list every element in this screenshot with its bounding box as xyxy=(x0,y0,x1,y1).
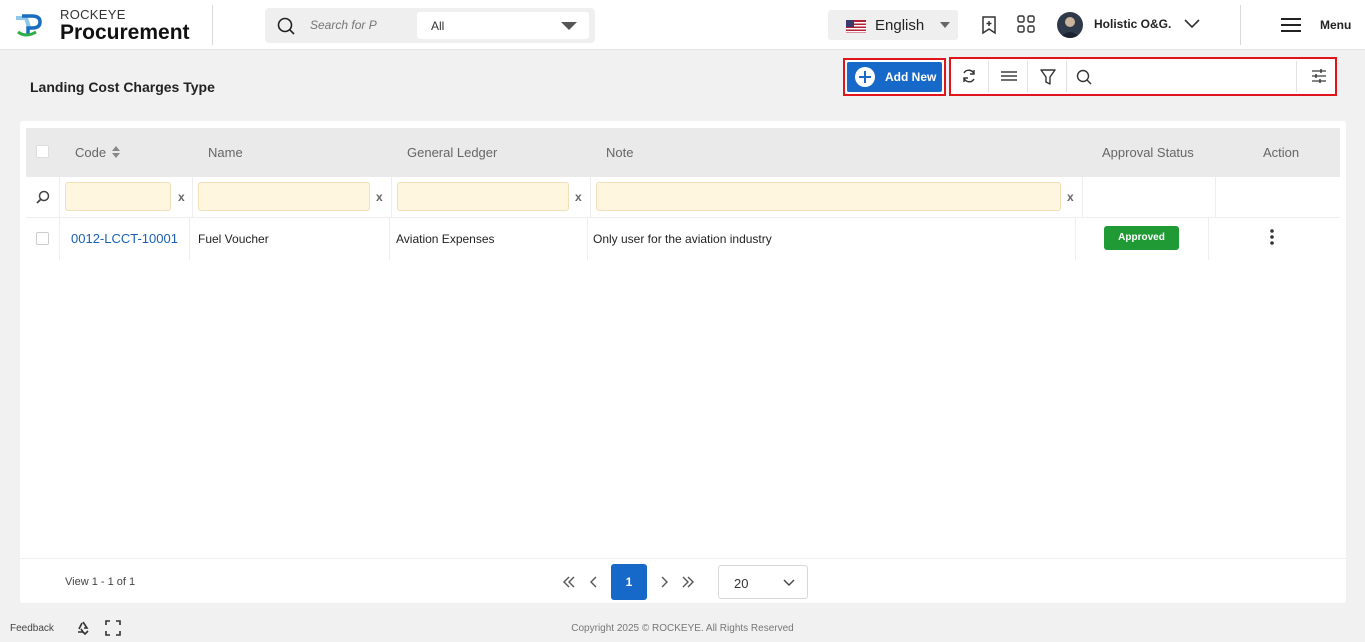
note-cell: Only user for the aviation industry xyxy=(588,218,1076,260)
rockeye-logo xyxy=(16,14,42,37)
filter-note-input[interactable] xyxy=(596,182,1061,211)
filter-cell: x xyxy=(591,177,1083,217)
name-cell: Fuel Voucher xyxy=(190,218,390,260)
code-cell: 0012-LCCT-10001 xyxy=(60,218,190,260)
search-icon xyxy=(1076,69,1092,85)
list-icon xyxy=(1001,71,1017,81)
global-search-input[interactable] xyxy=(310,14,380,36)
last-page-icon[interactable] xyxy=(681,576,695,588)
search-icon xyxy=(277,17,295,35)
caret-down-icon xyxy=(561,22,577,30)
filter-cell: x xyxy=(60,177,193,217)
select-all-checkbox[interactable] xyxy=(36,145,49,158)
filter-icon xyxy=(1040,69,1056,85)
brand-subtitle: ROCKEYE xyxy=(60,7,126,22)
page-title: Landing Cost Charges Type xyxy=(30,79,215,95)
user-avatar[interactable] xyxy=(1057,12,1083,38)
first-page-icon[interactable] xyxy=(562,576,576,588)
grid-header: Code Name General Ledger Note Approval S… xyxy=(26,128,1340,177)
filter-row: x x x x xyxy=(26,177,1340,218)
add-new-highlight: Add New xyxy=(843,58,946,96)
search-icon xyxy=(36,190,50,204)
filter-general-ledger-input[interactable] xyxy=(397,182,569,211)
brand-title: Procurement xyxy=(60,21,190,44)
chevron-down-icon xyxy=(783,579,795,586)
page-footer: Feedback Copyright 2025 © ROCKEYE. All R… xyxy=(0,614,1365,642)
hamburger-menu-icon[interactable] xyxy=(1280,17,1302,33)
status-badge: Approved xyxy=(1104,226,1179,250)
column-header-action: Action xyxy=(1263,145,1300,160)
view-range-text: View 1 - 1 of 1 xyxy=(65,576,136,588)
grid-search xyxy=(1067,61,1297,92)
clear-filter-button[interactable]: x xyxy=(178,190,185,204)
column-header-name[interactable]: Name xyxy=(208,145,243,160)
header-divider xyxy=(1240,5,1241,45)
grid-search-input[interactable] xyxy=(1101,65,1291,87)
columns-button[interactable] xyxy=(990,61,1028,92)
grid-panel: Code Name General Ledger Note Approval S… xyxy=(20,121,1346,603)
caret-down-icon xyxy=(940,22,950,28)
table-row[interactable]: 0012-LCCT-10001 Fuel Voucher Aviation Ex… xyxy=(26,218,1340,260)
page-button-current[interactable]: 1 xyxy=(611,564,647,600)
clear-filter-button[interactable]: x xyxy=(376,190,383,204)
filter-cell: x xyxy=(193,177,392,217)
menu-label[interactable]: Menu xyxy=(1320,18,1351,32)
note-value: Only user for the aviation industry xyxy=(593,232,772,246)
previous-page-icon[interactable] xyxy=(588,576,598,588)
name-value: Fuel Voucher xyxy=(198,232,269,246)
column-header-approval-status[interactable]: Approval Status xyxy=(1102,145,1194,160)
apps-grid-icon[interactable] xyxy=(1017,15,1035,33)
general-ledger-value: Aviation Expenses xyxy=(396,232,495,246)
filter-name-input[interactable] xyxy=(198,182,370,211)
language-label: English xyxy=(875,17,925,34)
next-page-icon[interactable] xyxy=(660,576,670,588)
filter-cell xyxy=(26,177,60,217)
sliders-icon xyxy=(1312,69,1326,83)
copyright-text: Copyright 2025 © ROCKEYE. All Rights Res… xyxy=(571,623,794,634)
clear-filter-button[interactable]: x xyxy=(575,190,582,204)
grid-toolbar xyxy=(949,57,1337,96)
search-scope-select[interactable]: All xyxy=(417,12,589,39)
chevron-down-icon[interactable] xyxy=(1183,17,1201,29)
grid-settings-button[interactable] xyxy=(1303,61,1335,92)
add-new-label: Add New xyxy=(885,70,937,84)
page-size-select[interactable]: 20 xyxy=(718,565,808,599)
filter-code-input[interactable] xyxy=(65,182,171,211)
row-select-cell xyxy=(26,218,60,260)
filter-cell: x xyxy=(392,177,591,217)
filter-cell xyxy=(1083,177,1216,217)
us-flag-icon xyxy=(846,20,866,33)
code-link[interactable]: 0012-LCCT-10001 xyxy=(71,231,178,246)
header-divider xyxy=(212,5,213,45)
plus-icon xyxy=(855,67,875,87)
language-selector[interactable]: English xyxy=(828,10,958,40)
filter-button[interactable] xyxy=(1029,61,1067,92)
add-new-button[interactable]: Add New xyxy=(847,62,942,92)
sort-icon[interactable] xyxy=(112,146,120,158)
bookmark-add-icon[interactable] xyxy=(980,15,998,35)
refresh-button[interactable] xyxy=(951,61,989,92)
global-search: All xyxy=(265,8,595,43)
clear-filter-button[interactable]: x xyxy=(1067,190,1074,204)
column-header-general-ledger[interactable]: General Ledger xyxy=(407,145,497,160)
general-ledger-cell: Aviation Expenses xyxy=(390,218,588,260)
row-checkbox[interactable] xyxy=(36,232,49,245)
top-header: ROCKEYE Procurement All English xyxy=(0,0,1365,50)
user-name[interactable]: Holistic O&G. xyxy=(1094,17,1171,31)
refresh-icon xyxy=(963,69,975,83)
column-header-code[interactable]: Code xyxy=(75,145,106,160)
kebab-menu-icon[interactable] xyxy=(1270,229,1274,245)
pagination-bar: View 1 - 1 of 1 1 20 xyxy=(20,558,1346,603)
page-size-value: 20 xyxy=(734,576,749,591)
column-header-note[interactable]: Note xyxy=(606,145,633,160)
search-scope-value: All xyxy=(431,19,445,33)
